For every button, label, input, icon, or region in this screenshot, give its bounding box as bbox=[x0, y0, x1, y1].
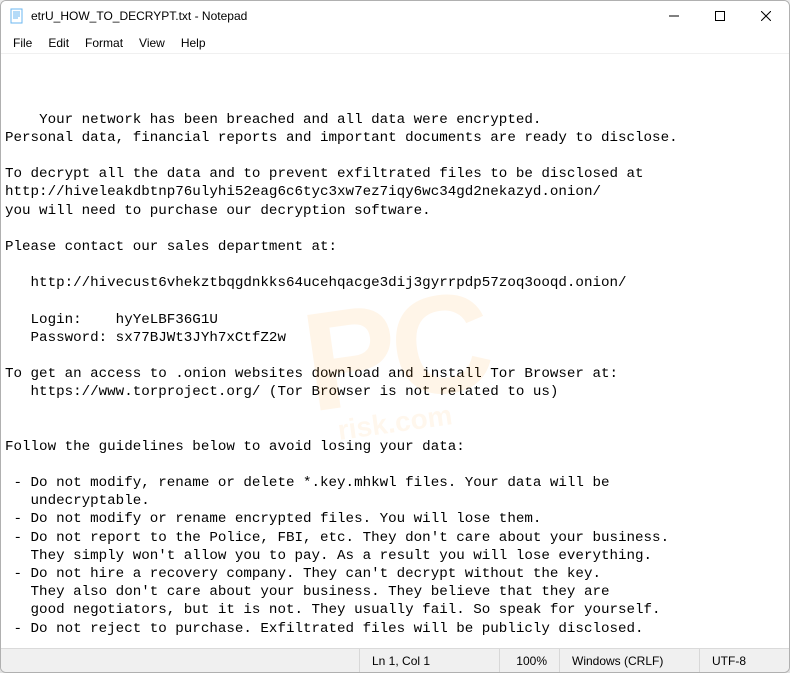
maximize-button[interactable] bbox=[697, 1, 743, 32]
menu-help[interactable]: Help bbox=[173, 34, 214, 52]
menu-view[interactable]: View bbox=[131, 34, 173, 52]
menubar: File Edit Format View Help bbox=[1, 33, 789, 55]
window-title: etrU_HOW_TO_DECRYPT.txt - Notepad bbox=[31, 9, 247, 23]
menu-edit[interactable]: Edit bbox=[40, 34, 77, 52]
titlebar[interactable]: etrU_HOW_TO_DECRYPT.txt - Notepad bbox=[1, 1, 789, 33]
status-zoom: 100% bbox=[499, 649, 559, 672]
window-controls bbox=[651, 1, 789, 32]
close-button[interactable] bbox=[743, 1, 789, 32]
minimize-button[interactable] bbox=[651, 1, 697, 32]
status-encoding: UTF-8 bbox=[699, 649, 789, 672]
notepad-icon bbox=[9, 8, 25, 24]
status-position: Ln 1, Col 1 bbox=[359, 649, 499, 672]
menu-file[interactable]: File bbox=[5, 34, 40, 52]
status-line-ending: Windows (CRLF) bbox=[559, 649, 699, 672]
menu-format[interactable]: Format bbox=[77, 34, 131, 52]
status-spacer bbox=[1, 649, 359, 672]
text-area[interactable]: PC risk.com Your network has been breach… bbox=[1, 54, 789, 648]
statusbar: Ln 1, Col 1 100% Windows (CRLF) UTF-8 bbox=[1, 648, 789, 672]
notepad-window: etrU_HOW_TO_DECRYPT.txt - Notepad File E… bbox=[0, 0, 790, 673]
document-body: Your network has been breached and all d… bbox=[5, 112, 678, 637]
